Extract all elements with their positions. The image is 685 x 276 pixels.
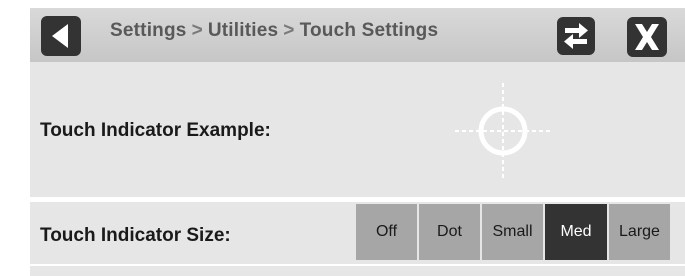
swap-button[interactable] (557, 17, 595, 55)
size-option-dot[interactable]: Dot (419, 204, 480, 260)
size-option-small[interactable]: Small (482, 204, 543, 260)
swap-arrows-icon (564, 23, 588, 49)
size-option-off[interactable]: Off (356, 204, 417, 260)
breadcrumb-utilities[interactable]: Utilities (208, 20, 278, 41)
touch-indicator-example-row: Touch Indicator Example: (30, 62, 685, 197)
touch-indicator-example-label: Touch Indicator Example: (40, 120, 271, 141)
close-x-icon (635, 24, 659, 50)
back-triangle-icon (52, 24, 68, 48)
crosshair-circle-icon (455, 83, 551, 179)
back-button[interactable] (41, 16, 81, 56)
touch-indicator-size-row: Touch Indicator Size: Off Dot Small Med … (30, 202, 685, 264)
size-option-large[interactable]: Large (609, 204, 670, 260)
breadcrumb-separator: > (283, 20, 295, 41)
breadcrumb-touch-settings: Touch Settings (299, 20, 439, 41)
breadcrumb: Settings > Utilities > Touch Settings (110, 20, 438, 42)
breadcrumb-settings[interactable]: Settings (110, 20, 187, 41)
touch-settings-screen: Settings > Utilities > Touch Settings Touch … (0, 0, 685, 276)
touch-indicator-size-label: Touch Indicator Size: (40, 225, 231, 246)
header-bar: Settings > Utilities > Touch Settings (30, 8, 685, 62)
close-button[interactable] (627, 17, 667, 57)
size-option-med[interactable]: Med (545, 204, 607, 260)
next-row-edge (30, 266, 685, 276)
breadcrumb-separator: > (191, 20, 203, 41)
